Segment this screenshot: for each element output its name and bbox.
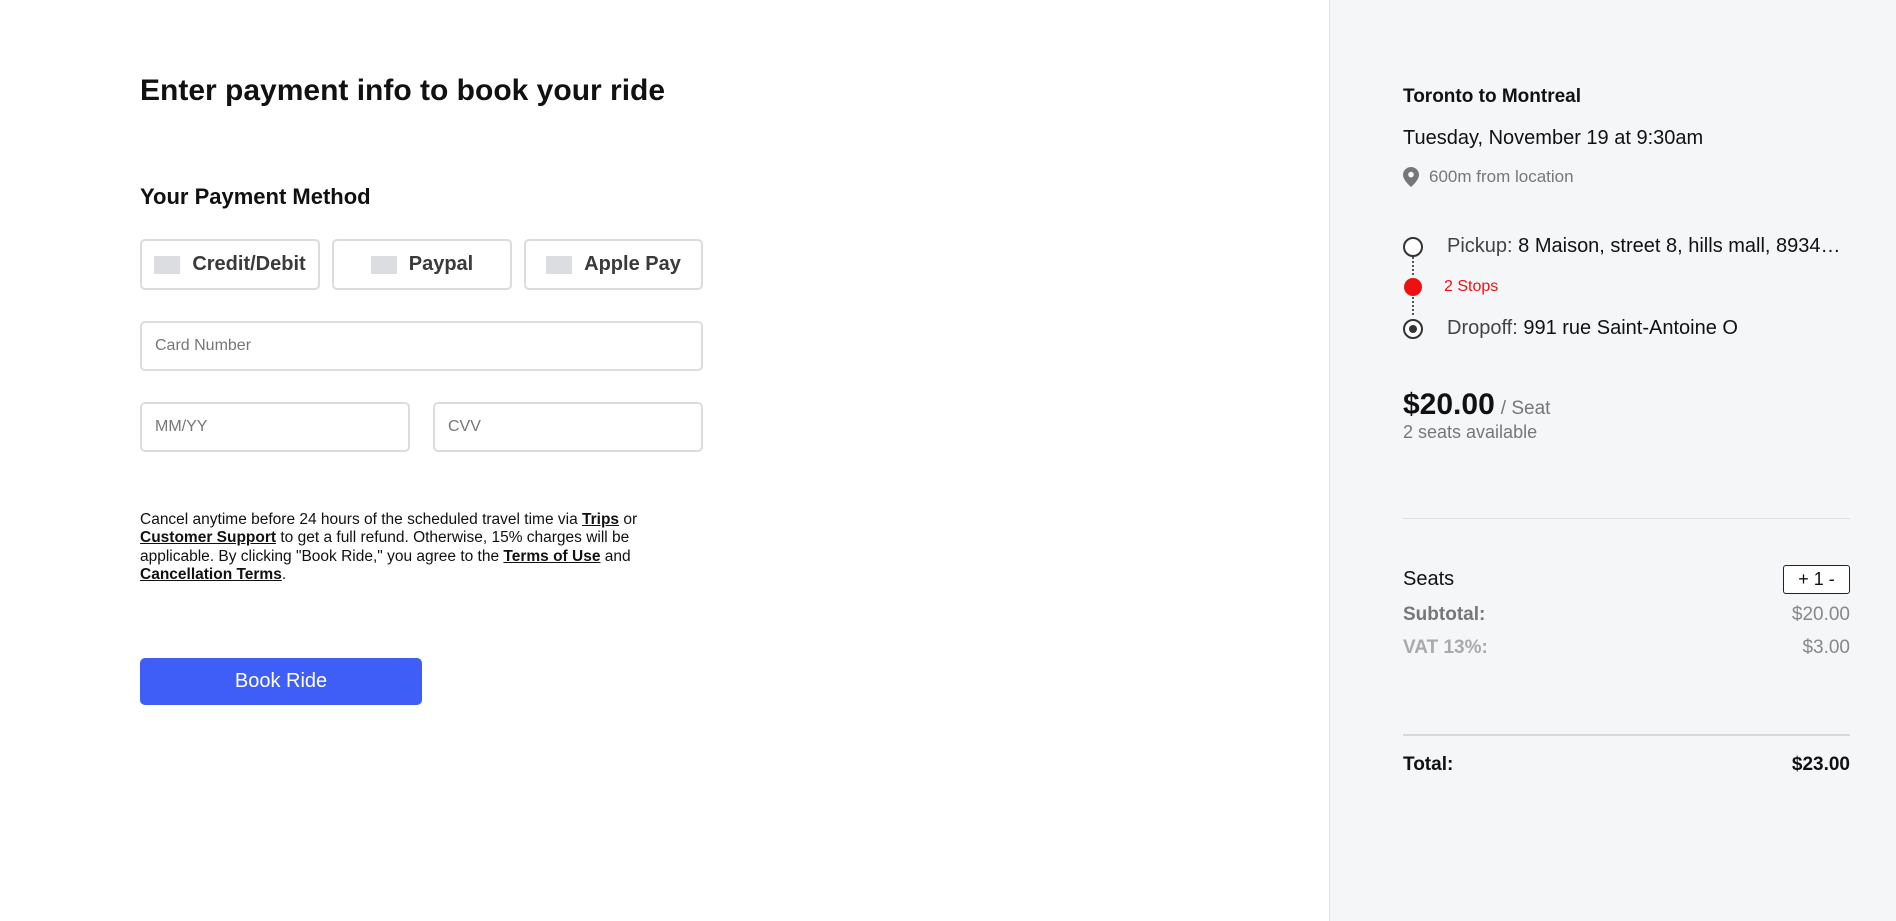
total-value: $23.00	[1791, 754, 1850, 775]
circle-outline-icon	[1403, 236, 1423, 257]
expiry-input[interactable]	[140, 402, 410, 452]
divider	[1403, 734, 1850, 736]
distance-info: 600m from location	[1403, 167, 1574, 187]
distance-text: 600m from location	[1429, 167, 1574, 186]
page-title: Enter payment info to book your ride	[140, 74, 666, 107]
pickup-label: Pickup:	[1447, 235, 1513, 257]
trip-title: Toronto to Montreal	[1403, 86, 1582, 107]
subtotal-label: Subtotal:	[1403, 604, 1486, 625]
card-icon	[154, 255, 181, 274]
terms-text: or	[619, 511, 638, 528]
trip-date: Tuesday, November 19 at 9:30am	[1403, 127, 1704, 149]
price-amount: $20.00	[1403, 388, 1495, 421]
method-label: Paypal	[408, 253, 474, 275]
trips-link[interactable]: Trips	[582, 511, 619, 528]
vat-row: VAT 13%: $3.00	[1403, 637, 1850, 659]
terms-text: .	[281, 565, 287, 583]
seats-available: 2 seats available	[1403, 422, 1538, 442]
method-paypal-button[interactable]: Paypal	[332, 239, 512, 290]
map-pin-icon	[1403, 167, 1419, 187]
target-icon	[1403, 318, 1423, 339]
vat-value: $3.00	[1802, 637, 1850, 658]
vat-label: VAT 13%:	[1403, 637, 1488, 658]
dropoff-address: 991 rue Saint-Antoine O	[1523, 317, 1738, 339]
payment-method-heading: Your Payment Method	[140, 184, 371, 209]
dropoff-label: Dropoff:	[1447, 317, 1518, 339]
cvv-input[interactable]	[433, 402, 703, 452]
paypal-icon	[370, 255, 397, 274]
seats-row: Seats + 1 -	[1403, 565, 1850, 594]
method-label: Credit/Debit	[192, 253, 306, 275]
seat-price: $20.00 / Seat	[1403, 388, 1550, 422]
method-label: Apple Pay	[584, 253, 681, 275]
method-apple-pay-button[interactable]: Apple Pay	[524, 239, 703, 290]
dropoff-text: Dropoff: 991 rue Saint-Antoine O	[1447, 317, 1738, 340]
subtotal-row: Subtotal: $20.00	[1403, 604, 1850, 626]
pickup-text: Pickup: 8 Maison, street 8, hills mall, …	[1447, 235, 1841, 258]
price-unit: / Seat	[1500, 398, 1551, 419]
divider	[1403, 518, 1850, 519]
subtotal-value: $20.00	[1791, 604, 1850, 625]
payment-panel: Enter payment info to book your ride You…	[0, 0, 1329, 921]
card-number-input[interactable]	[140, 321, 703, 371]
trip-summary-panel: Toronto to Montreal Tuesday, November 19…	[1329, 0, 1896, 921]
dropoff-row: Dropoff: 991 rue Saint-Antoine O	[1403, 317, 1738, 340]
method-credit-debit-button[interactable]: Credit/Debit	[140, 239, 320, 290]
customer-support-link[interactable]: Customer Support	[140, 529, 276, 546]
cancellation-policy-text: Cancel anytime before 24 hours of the sc…	[140, 511, 680, 584]
red-dot-icon	[1404, 278, 1422, 296]
total-row: Total: $23.00	[1403, 754, 1850, 776]
seats-stepper[interactable]: + 1 -	[1783, 565, 1850, 594]
route-connector	[1412, 257, 1414, 275]
booking-page: Enter payment info to book your ride You…	[0, 0, 1896, 921]
seats-label: Seats	[1403, 568, 1455, 590]
total-label: Total:	[1403, 754, 1454, 775]
stops-row: 2 Stops	[1403, 278, 1498, 296]
route-connector	[1412, 297, 1414, 315]
pickup-address: 8 Maison, street 8, hills mall, 8934…	[1518, 235, 1841, 257]
terms-text: Cancel anytime before 24 hours of the sc…	[140, 511, 582, 528]
book-ride-button[interactable]: Book Ride	[140, 658, 422, 705]
terms-of-use-link[interactable]: Terms of Use	[503, 548, 600, 565]
terms-text: and	[600, 547, 631, 565]
cancellation-terms-link[interactable]: Cancellation Terms	[140, 566, 282, 583]
apple-pay-icon	[546, 255, 573, 274]
stops-count: 2 Stops	[1444, 278, 1499, 295]
pickup-row: Pickup: 8 Maison, street 8, hills mall, …	[1403, 235, 1841, 258]
